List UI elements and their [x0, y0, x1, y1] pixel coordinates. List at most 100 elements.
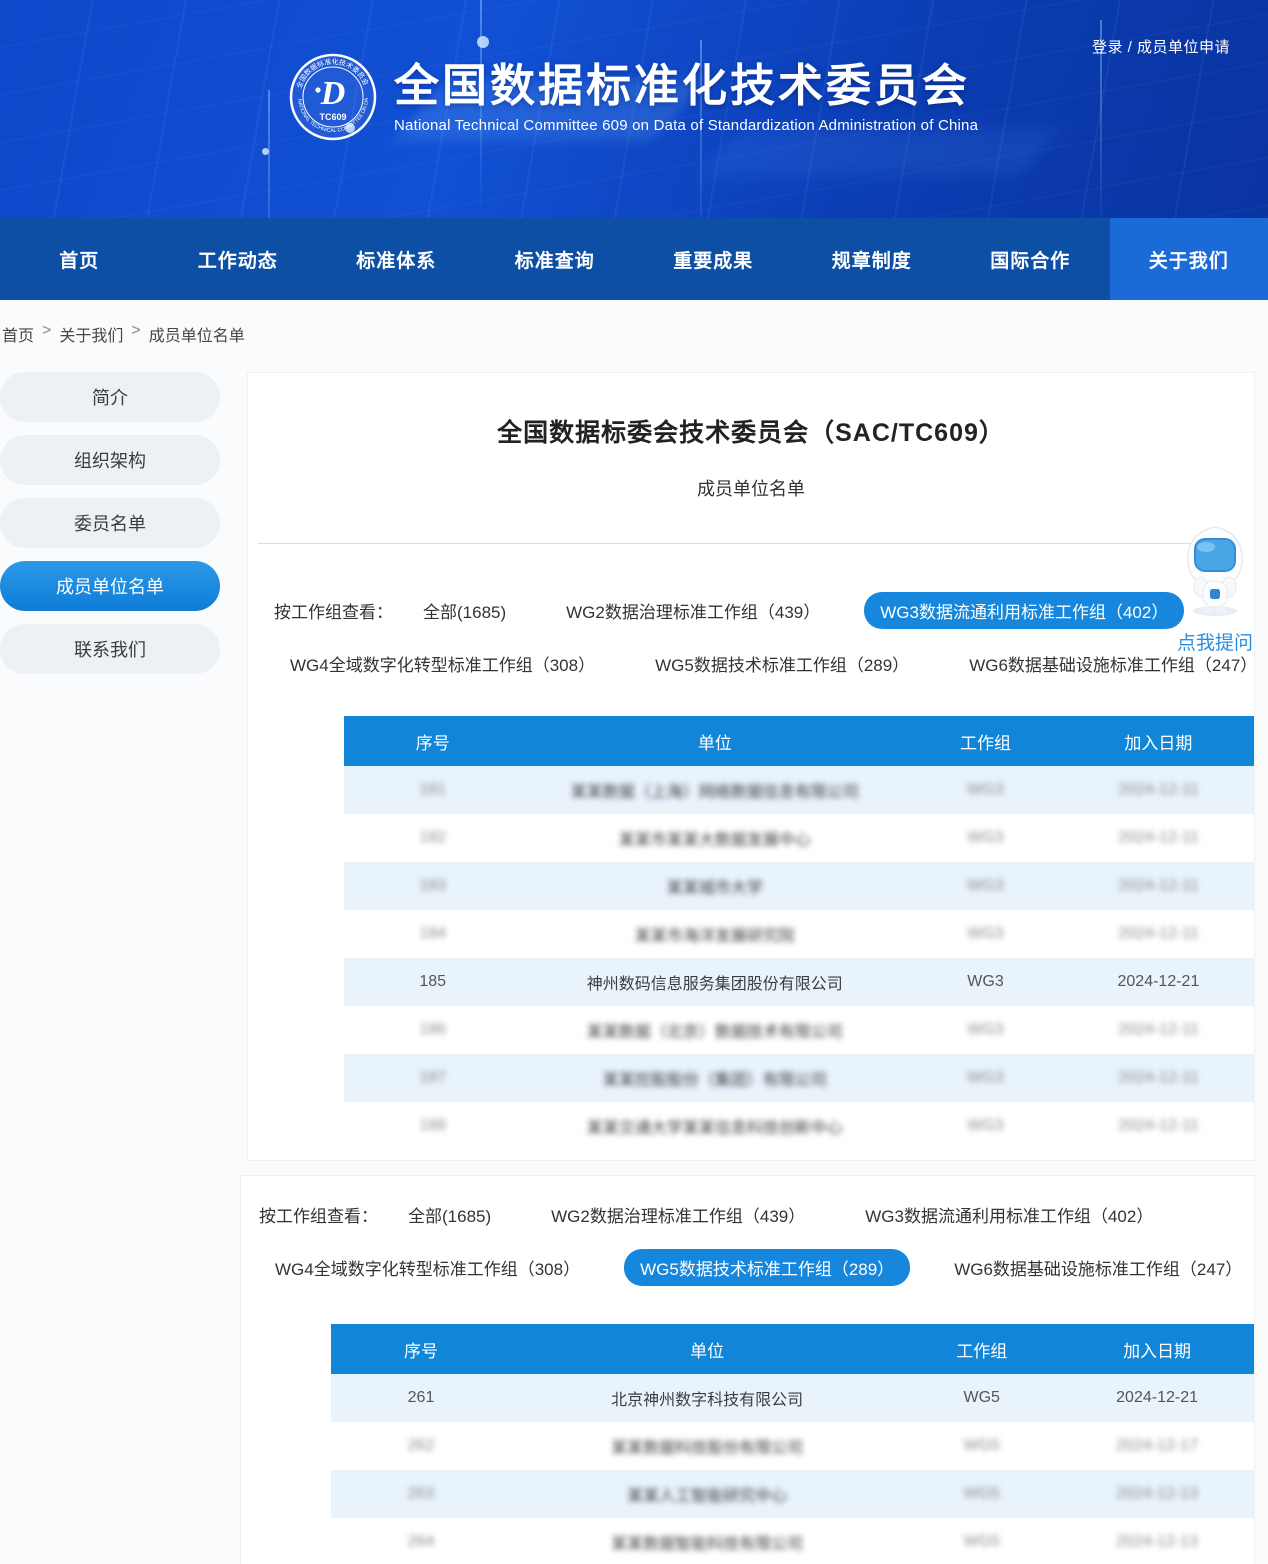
- sidebar-item-4[interactable]: 联系我们: [0, 624, 220, 674]
- row-no: 263: [331, 1485, 511, 1503]
- filter-pill-3[interactable]: WG4全域数字化转型标准工作组（308）: [259, 1249, 596, 1286]
- header-banner: 登录 / 成员单位申请 D TC609 全国数据标准化技术委员会 NATIONA…: [0, 0, 1268, 218]
- table-row: 185神州数码信息服务集团股份有限公司WG32024-12-21: [344, 958, 1254, 1006]
- row-no: 264: [331, 1533, 511, 1551]
- row-wg: WG3: [908, 1117, 1063, 1135]
- row-wg: WG5: [903, 1485, 1060, 1503]
- row-no: 184: [344, 925, 521, 943]
- row-no: 181: [344, 781, 521, 799]
- breadcrumb-item-1[interactable]: 关于我们: [59, 322, 123, 346]
- row-unit: 某某城市大学: [521, 874, 908, 898]
- filter-pill-2[interactable]: WG3数据流通利用标准工作组（402）: [864, 592, 1184, 629]
- sidebar-item-3[interactable]: 成员单位名单: [0, 561, 220, 611]
- filter-pill-1[interactable]: WG2数据治理标准工作组（439）: [535, 1196, 821, 1233]
- member-table-wg5: 序号单位工作组加入日期261北京神州数字科技有限公司WG52024-12-212…: [331, 1324, 1254, 1564]
- banner-decoration: [262, 148, 269, 155]
- breadcrumb-item-0[interactable]: 首页: [2, 322, 34, 346]
- row-wg: WG3: [908, 973, 1063, 991]
- site-title: 全国数据标准化技术委员会: [394, 60, 978, 112]
- row-unit: 北京神州数字科技有限公司: [511, 1386, 903, 1410]
- assistant-robot[interactable]: 点我提问: [1172, 525, 1258, 655]
- filter-row: WG4全域数字化转型标准工作组（308）WG5数据技术标准工作组（289）WG6…: [274, 645, 1254, 682]
- row-unit: 某某交通大学某某信息科技创新中心: [521, 1114, 908, 1138]
- table-row: 187某某控股股份（集团）有限公司WG32024-12-11: [344, 1054, 1254, 1102]
- row-unit: 神州数码信息服务集团股份有限公司: [521, 970, 908, 994]
- nav-item-4[interactable]: 重要成果: [634, 218, 793, 300]
- column-header-3: 加入日期: [1063, 729, 1254, 754]
- column-header-0: 序号: [344, 729, 521, 754]
- site-subtitle: National Technical Committee 609 on Data…: [394, 117, 978, 134]
- sidebar-nav: 简介组织架构委员名单成员单位名单联系我们: [0, 372, 220, 687]
- row-date: 2024-12-21: [1063, 973, 1254, 991]
- row-wg: WG5: [903, 1389, 1060, 1407]
- row-no: 188: [344, 1117, 521, 1135]
- table-header-row: 序号单位工作组加入日期: [344, 716, 1254, 766]
- member-table-wg3: 序号单位工作组加入日期181某某数据（上海）网络数据信息有限公司WG32024-…: [344, 716, 1254, 1150]
- table-row: 188某某交通大学某某信息科技创新中心WG32024-12-11: [344, 1102, 1254, 1150]
- breadcrumb: 首页>关于我们>成员单位名单: [0, 300, 1268, 360]
- row-date: 2024-12-13: [1060, 1533, 1254, 1551]
- sidebar-item-0[interactable]: 简介: [0, 372, 220, 422]
- table-header-row: 序号单位工作组加入日期: [331, 1324, 1254, 1374]
- site-brand[interactable]: D TC609 全国数据标准化技术委员会 NATIONAL TECHNICAL …: [288, 52, 978, 142]
- row-no: 261: [331, 1389, 511, 1407]
- row-no: 186: [344, 1021, 521, 1039]
- sidebar-item-2[interactable]: 委员名单: [0, 498, 220, 548]
- assistant-label: 点我提问: [1172, 628, 1258, 655]
- row-no: 185: [344, 973, 521, 991]
- table-row: 182某某市某某大数据发展中心WG32024-12-11: [344, 814, 1254, 862]
- nav-item-5[interactable]: 规章制度: [793, 218, 952, 300]
- row-unit: 某某市某某大数据发展中心: [521, 826, 908, 850]
- row-date: 2024-12-11: [1063, 925, 1254, 943]
- row-wg: WG5: [903, 1533, 1060, 1551]
- nav-item-6[interactable]: 国际合作: [951, 218, 1110, 300]
- filter-pill-0[interactable]: 全部(1685): [407, 592, 522, 629]
- divider: [258, 543, 1226, 544]
- row-no: 182: [344, 829, 521, 847]
- nav-item-0[interactable]: 首页: [0, 218, 159, 300]
- login-apply-link[interactable]: 登录 / 成员单位申请: [1092, 36, 1230, 57]
- row-date: 2024-12-11: [1063, 1021, 1254, 1039]
- table-row: 263某某人工智能研究中心WG52024-12-13: [331, 1470, 1254, 1518]
- row-unit: 某某数据智能科技有限公司: [511, 1530, 903, 1554]
- filter-pill-0[interactable]: 全部(1685): [392, 1196, 507, 1233]
- content-card-2: 按工作组查看：全部(1685)WG2数据治理标准工作组（439）WG3数据流通利…: [240, 1175, 1255, 1564]
- row-date: 2024-12-11: [1063, 781, 1254, 799]
- table-row: 264某某数据智能科技有限公司WG52024-12-13: [331, 1518, 1254, 1564]
- breadcrumb-separator: >: [131, 322, 140, 346]
- filter-pill-4[interactable]: WG5数据技术标准工作组（289）: [624, 1249, 910, 1286]
- row-wg: WG3: [908, 877, 1063, 895]
- sidebar-item-1[interactable]: 组织架构: [0, 435, 220, 485]
- banner-decoration: [268, 90, 270, 218]
- page-title: 全国数据标委会技术委员会（SAC/TC609）: [248, 413, 1254, 449]
- nav-item-7[interactable]: 关于我们: [1110, 218, 1268, 300]
- row-wg: WG3: [908, 925, 1063, 943]
- filter-pill-3[interactable]: WG4全域数字化转型标准工作组（308）: [274, 645, 611, 682]
- table-row: 262某某数据科技股份有限公司WG52024-12-17: [331, 1422, 1254, 1470]
- filter-pill-1[interactable]: WG2数据治理标准工作组（439）: [550, 592, 836, 629]
- filter-row: WG4全域数字化转型标准工作组（308）WG5数据技术标准工作组（289）WG6…: [259, 1249, 1254, 1286]
- column-header-3: 加入日期: [1060, 1337, 1254, 1362]
- nav-item-3[interactable]: 标准查询: [476, 218, 635, 300]
- row-unit: 某某市海洋发展研究院: [521, 922, 908, 946]
- breadcrumb-separator: >: [42, 322, 51, 346]
- filter-pill-5[interactable]: WG6数据基础设施标准工作组（247）: [938, 1249, 1258, 1286]
- table-row: 183某某城市大学WG32024-12-11: [344, 862, 1254, 910]
- row-date: 2024-12-21: [1060, 1389, 1254, 1407]
- nav-item-1[interactable]: 工作动态: [159, 218, 318, 300]
- row-wg: WG3: [908, 1021, 1063, 1039]
- nav-item-2[interactable]: 标准体系: [317, 218, 476, 300]
- filter-label: 按工作组查看：: [274, 598, 393, 623]
- row-wg: WG3: [908, 1069, 1063, 1087]
- row-no: 262: [331, 1437, 511, 1455]
- filter-pill-2[interactable]: WG3数据流通利用标准工作组（402）: [849, 1196, 1169, 1233]
- row-unit: 某某数据科技股份有限公司: [511, 1434, 903, 1458]
- content-card-1: 全国数据标委会技术委员会（SAC/TC609） 成员单位名单 按工作组查看： 全部…: [247, 372, 1255, 1161]
- banner-decoration: [477, 36, 489, 48]
- filter-pill-4[interactable]: WG5数据技术标准工作组（289）: [639, 645, 925, 682]
- row-unit: 某某控股股份（集团）有限公司: [521, 1066, 908, 1090]
- page-subtitle: 成员单位名单: [248, 475, 1254, 501]
- row-date: 2024-12-11: [1063, 1069, 1254, 1087]
- row-unit: 某某人工智能研究中心: [511, 1482, 903, 1506]
- row-date: 2024-12-17: [1060, 1437, 1254, 1455]
